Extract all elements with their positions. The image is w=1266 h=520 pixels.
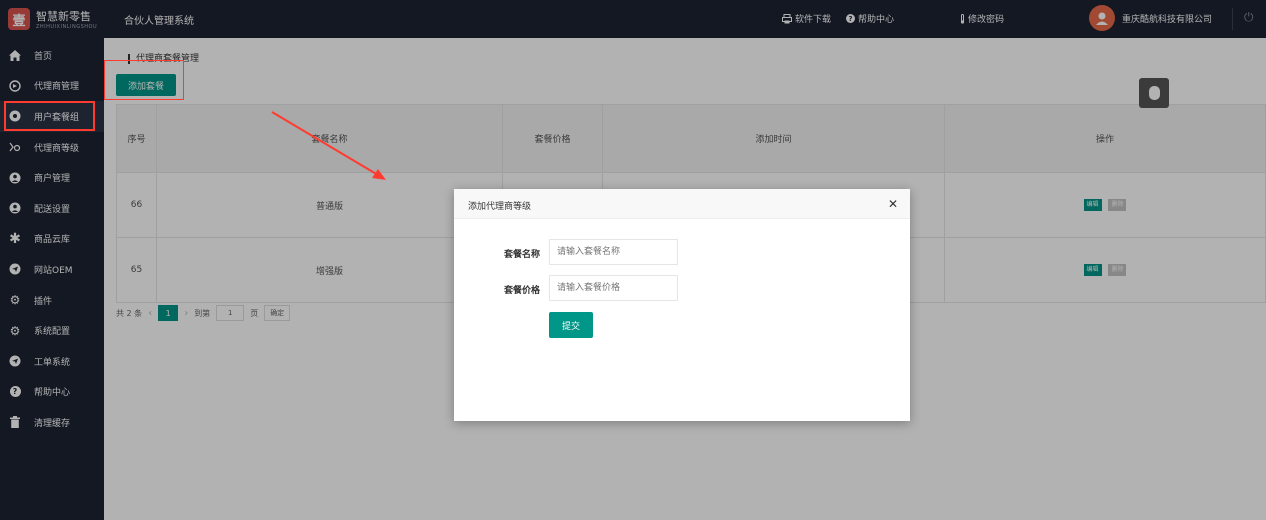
package-price-input[interactable] [549,275,678,301]
price-row: 套餐价格 [454,275,910,301]
price-label: 套餐价格 [503,286,540,296]
dialog-header: 添加代理商等级 ✕ [454,189,910,219]
package-name-input[interactable] [549,239,678,265]
name-label: 套餐名称 [503,250,540,260]
submit-button[interactable]: 提交 [549,312,593,338]
add-level-dialog: 添加代理商等级 ✕ 套餐名称 套餐价格 提交 [454,189,910,421]
close-icon[interactable]: ✕ [888,197,898,211]
name-row: 套餐名称 [454,239,910,265]
dialog-title: 添加代理商等级 [468,202,532,212]
